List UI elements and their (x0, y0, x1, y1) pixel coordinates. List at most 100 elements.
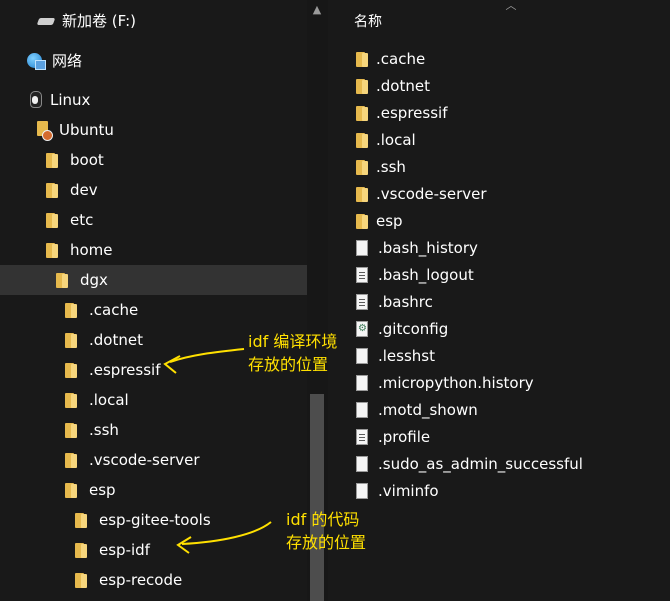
nav-item-etc[interactable]: etc (0, 205, 353, 235)
folder-icon (356, 213, 368, 229)
folder-icon (65, 452, 77, 468)
list-item-folder-vscode-server[interactable]: .vscode-server (356, 180, 656, 207)
document-icon (356, 455, 368, 472)
nav-item-home[interactable]: home (0, 235, 353, 265)
list-item-file-micropython-history[interactable]: .micropython.history (356, 369, 656, 396)
folder-icon (65, 392, 77, 408)
annotation-line: 存放的位置 (286, 533, 367, 552)
file-name: .vscode-server (376, 184, 487, 203)
list-item-folder-dotnet[interactable]: .dotnet (356, 72, 656, 99)
navigation-pane: 新加卷 (F:) 网络 Linux Ubuntu boot dev etc ho… (0, 0, 363, 601)
file-name: .profile (378, 427, 431, 446)
file-name: .dotnet (376, 76, 430, 95)
folder-icon (46, 242, 58, 258)
document-icon (356, 482, 368, 499)
annotation-line: 存放的位置 (248, 355, 329, 374)
folder-icon (75, 512, 87, 528)
nav-item-linux[interactable]: Linux (0, 85, 334, 115)
folder-icon (65, 332, 77, 348)
folder-icon (356, 51, 368, 67)
list-item-file-bash-logout[interactable]: .bash_logout (356, 261, 656, 288)
text-document-icon (356, 293, 368, 310)
folder-icon (356, 132, 368, 148)
file-name: .espressif (376, 103, 448, 122)
list-item-folder-espressif[interactable]: .espressif (356, 99, 656, 126)
folder-icon (46, 152, 58, 168)
document-icon (356, 347, 368, 364)
nav-item-label: 新加卷 (F:) (62, 11, 136, 30)
nav-item-label: esp-idf (99, 541, 150, 559)
file-name: .bashrc (378, 292, 433, 311)
list-item-file-bashrc[interactable]: .bashrc (356, 288, 656, 315)
list-item-file-viminfo[interactable]: .viminfo (356, 477, 656, 504)
annotation-espressif-note: idf 编译环境 存放的位置 (248, 330, 337, 376)
file-name: .bash_logout (378, 265, 474, 284)
folder-icon (356, 78, 368, 94)
file-name: esp (376, 211, 403, 230)
file-name: .lesshst (378, 346, 435, 365)
nav-item-label: esp-recode (99, 571, 183, 589)
list-item-file-lesshst[interactable]: .lesshst (356, 342, 656, 369)
nav-item-label: esp-gitee-tools (99, 511, 211, 529)
list-item-folder-ssh[interactable]: .ssh (356, 153, 656, 180)
text-document-icon (356, 266, 368, 283)
annotation-esp-idf-note: idf 的代码 存放的位置 (286, 508, 366, 554)
nav-item-label: Ubuntu (59, 121, 114, 139)
list-item-folder-cache[interactable]: .cache (356, 45, 656, 72)
nav-item-label: esp (89, 481, 116, 499)
column-header-name[interactable]: 名称 (354, 11, 382, 31)
nav-item-label: etc (70, 211, 94, 229)
nav-item-label: 网络 (52, 51, 83, 70)
nav-item-label: Linux (50, 91, 91, 109)
annotation-line: idf 编译环境 (248, 332, 338, 351)
nav-item-label: .dotnet (89, 331, 143, 349)
folder-icon (65, 362, 77, 378)
nav-item-label: boot (70, 151, 104, 169)
folder-icon (65, 422, 77, 438)
list-item-file-gitconfig[interactable]: .gitconfig (356, 315, 656, 342)
nav-item-label: .vscode-server (89, 451, 200, 469)
nav-item-label: .local (89, 391, 129, 409)
nav-item-label: .ssh (89, 421, 119, 439)
network-icon (26, 51, 46, 70)
document-icon (356, 401, 368, 418)
document-icon (356, 239, 368, 256)
scrollbar-thumb[interactable] (310, 394, 324, 601)
file-name: .sudo_as_admin_successful (378, 454, 583, 473)
folder-icon (75, 572, 87, 588)
folder-icon (65, 482, 77, 498)
file-name: .motd_shown (378, 400, 478, 419)
folder-icon (75, 542, 87, 558)
file-name: .ssh (376, 157, 406, 176)
folder-icon (356, 186, 368, 202)
nav-item-label: .cache (89, 301, 139, 319)
folder-icon (356, 105, 368, 121)
sort-chevron-up-icon[interactable]: ︿ (504, 0, 518, 12)
nav-item-boot[interactable]: boot (0, 145, 353, 175)
list-item-file-bash-history[interactable]: .bash_history (356, 234, 656, 261)
file-name: .micropython.history (378, 373, 534, 392)
list-item-file-sudo-as-admin-successful[interactable]: .sudo_as_admin_successful (356, 450, 656, 477)
document-icon (356, 374, 368, 391)
nav-item-network[interactable]: 网络 (0, 45, 333, 75)
list-item-folder-esp[interactable]: esp (356, 207, 656, 234)
list-item-file-motd-shown[interactable]: .motd_shown (356, 396, 656, 423)
list-item-file-profile[interactable]: .profile (356, 423, 656, 450)
folder-icon (46, 182, 58, 198)
nav-item-label: dev (70, 181, 98, 199)
nav-item-label: .espressif (89, 361, 161, 379)
nav-item-drive-f[interactable]: 新加卷 (F:) (0, 5, 344, 35)
file-name: .bash_history (378, 238, 478, 257)
folder-icon (46, 212, 58, 228)
nav-item-label: home (70, 241, 113, 259)
nav-item-ubuntu[interactable]: Ubuntu (0, 115, 343, 145)
file-name: .local (376, 130, 416, 149)
scroll-up-arrow-icon[interactable]: ▲ (309, 2, 325, 18)
nav-item-dev[interactable]: dev (0, 175, 353, 205)
config-document-icon (356, 320, 368, 337)
ubuntu-folder-icon (36, 121, 53, 141)
folder-icon (56, 272, 68, 288)
list-item-folder-local[interactable]: .local (356, 126, 656, 153)
drive-icon (37, 14, 55, 26)
file-name: .cache (376, 49, 426, 68)
